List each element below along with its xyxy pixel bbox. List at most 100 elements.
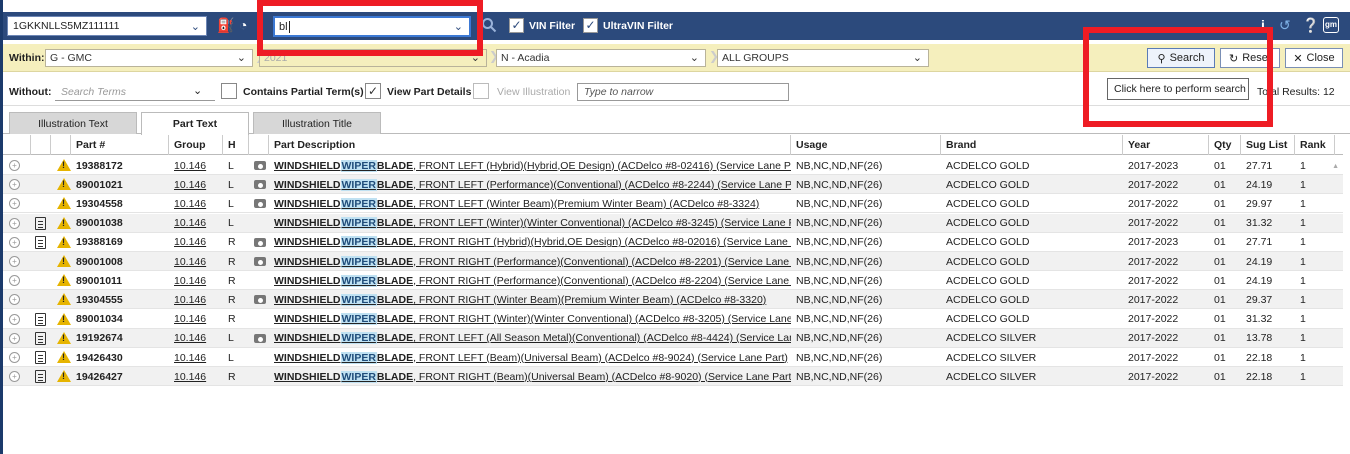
warning-icon[interactable] bbox=[57, 312, 71, 325]
expand-row-icon[interactable]: + bbox=[9, 179, 20, 191]
col-part-number[interactable]: Part # bbox=[71, 135, 169, 155]
table-row[interactable]: +89001021 10.146 L NB,NC,ND,NF(26) ACDELCO G… bbox=[3, 175, 1343, 195]
make-select[interactable]: G - GMC ⌄ bbox=[45, 49, 253, 67]
vin-select[interactable]: 1GKKNLLS5MZ111111 ⌄ bbox=[7, 16, 207, 36]
reset-button[interactable]: ↻ Reset bbox=[1220, 48, 1280, 68]
info-icon[interactable]: i bbox=[1261, 17, 1265, 33]
cell-group[interactable]: 10.146 bbox=[169, 329, 223, 348]
col-h[interactable]: H bbox=[223, 135, 249, 155]
document-icon[interactable] bbox=[35, 351, 46, 364]
cell-group[interactable]: 10.146 bbox=[169, 214, 223, 233]
expand-row-icon[interactable]: + bbox=[9, 313, 20, 325]
contains-partial-checkbox[interactable] bbox=[221, 83, 237, 99]
cell-part-description[interactable]: WINDSHIELD WIPER BLADE, FRONT RIGHT (Hyb… bbox=[269, 233, 791, 252]
cell-group[interactable]: 10.146 bbox=[169, 156, 223, 175]
search-button[interactable]: ⚲ Search bbox=[1147, 48, 1215, 68]
magnifier-icon[interactable] bbox=[481, 17, 497, 33]
cell-part-description[interactable]: WINDSHIELD WIPER BLADE, FRONT LEFT (Hybr… bbox=[269, 156, 791, 175]
cell-group[interactable]: 10.146 bbox=[169, 233, 223, 252]
table-row[interactable]: +19388169 10.146 R NB,NC,ND,NF(26) ACDELCO G… bbox=[3, 233, 1343, 252]
chevron-down-icon[interactable]: ⌄ bbox=[454, 20, 463, 33]
vehicle-icon[interactable]: ⛽ bbox=[217, 18, 234, 32]
warning-icon[interactable] bbox=[57, 274, 71, 287]
close-button[interactable]: ✕ Close bbox=[1285, 48, 1343, 68]
document-icon[interactable] bbox=[35, 370, 46, 384]
scroll-up-arrow-icon[interactable]: ▲ bbox=[1332, 163, 1339, 170]
table-row[interactable]: +19304555 10.146 R NB,NC,ND,NF(26) ACDELCO G… bbox=[3, 290, 1343, 310]
document-icon[interactable] bbox=[35, 331, 46, 345]
document-icon[interactable] bbox=[35, 235, 46, 249]
camera-icon[interactable] bbox=[254, 199, 266, 209]
cell-part-description[interactable]: WINDSHIELD WIPER BLADE, FRONT RIGHT (Per… bbox=[269, 252, 791, 271]
without-terms-input[interactable]: Search Terms bbox=[55, 83, 215, 101]
warning-icon[interactable] bbox=[57, 293, 71, 306]
col-qty[interactable]: Qty bbox=[1209, 135, 1241, 155]
ultravin-filter-checkbox[interactable]: ✓ UltraVIN Filter bbox=[583, 18, 673, 33]
col-rank[interactable]: Rank bbox=[1295, 135, 1335, 155]
table-row[interactable]: +19388172 10.146 L NB,NC,ND,NF(26) ACDELCO G… bbox=[3, 156, 1343, 175]
year-select[interactable]: 2021 ⌄ bbox=[259, 49, 487, 67]
camera-icon[interactable] bbox=[254, 180, 266, 190]
warning-icon[interactable] bbox=[57, 178, 71, 191]
warning-icon[interactable] bbox=[57, 197, 71, 210]
col-group[interactable]: Group bbox=[169, 135, 223, 155]
warning-icon[interactable] bbox=[57, 331, 71, 344]
expand-row-icon[interactable]: + bbox=[9, 256, 20, 267]
warning-icon[interactable] bbox=[57, 370, 71, 383]
cell-part-description[interactable]: WINDSHIELD WIPER BLADE, FRONT LEFT (Perf… bbox=[269, 175, 791, 194]
expand-row-icon[interactable]: + bbox=[9, 371, 20, 383]
view-part-details-checkbox[interactable]: ✓ bbox=[365, 83, 381, 99]
tab-illustration-text[interactable]: Illustration Text bbox=[9, 112, 137, 134]
warning-icon[interactable] bbox=[57, 159, 71, 171]
cell-group[interactable]: 10.146 bbox=[169, 348, 223, 367]
cell-group[interactable]: 10.146 bbox=[169, 367, 223, 386]
camera-icon[interactable] bbox=[254, 257, 266, 266]
vin-filter-checkbox[interactable]: ✓ VIN Filter bbox=[509, 18, 575, 33]
table-row[interactable]: +19192674 10.146 L NB,NC,ND,NF(26) ACDELCO S… bbox=[3, 328, 1343, 348]
cell-group[interactable]: 10.146 bbox=[169, 271, 223, 290]
cell-part-description[interactable]: WINDSHIELD WIPER BLADE, FRONT RIGHT (Bea… bbox=[269, 367, 791, 386]
cell-part-description[interactable]: WINDSHIELD WIPER BLADE, FRONT LEFT (Beam… bbox=[269, 348, 791, 367]
expand-row-icon[interactable]: + bbox=[9, 217, 20, 229]
view-illustration-checkbox[interactable] bbox=[473, 83, 489, 99]
expand-row-icon[interactable]: + bbox=[9, 236, 20, 248]
table-row[interactable]: +89001034 10.146 R NB,NC,ND,NF(26) ACDELCO G… bbox=[3, 310, 1343, 329]
cell-part-description[interactable]: WINDSHIELD WIPER BLADE, FRONT LEFT (All … bbox=[269, 329, 791, 348]
cell-group[interactable]: 10.146 bbox=[169, 290, 223, 309]
chevron-down-icon[interactable]: ⌄ bbox=[193, 84, 202, 97]
group-select[interactable]: ALL GROUPS ⌄ bbox=[717, 49, 929, 67]
warning-icon[interactable] bbox=[57, 255, 71, 267]
camera-icon[interactable] bbox=[254, 237, 266, 247]
cell-group[interactable]: 10.146 bbox=[169, 194, 223, 213]
col-usage[interactable]: Usage bbox=[791, 135, 941, 155]
expand-row-icon[interactable]: + bbox=[9, 294, 20, 306]
cell-part-description[interactable]: WINDSHIELD WIPER BLADE, FRONT LEFT (Wint… bbox=[269, 194, 791, 213]
expand-row-icon[interactable]: + bbox=[9, 352, 20, 363]
cell-part-description[interactable]: WINDSHIELD WIPER BLADE, FRONT RIGHT (Per… bbox=[269, 271, 791, 290]
tab-part-text[interactable]: Part Text bbox=[141, 112, 249, 135]
document-icon[interactable] bbox=[35, 216, 46, 230]
table-row[interactable]: +19426430 10.146 L NB,NC,ND,NF(26) ACDELCO S… bbox=[3, 348, 1343, 367]
col-part-description[interactable]: Part Description bbox=[269, 135, 791, 155]
tab-illustration-title[interactable]: Illustration Title bbox=[253, 112, 381, 134]
expand-row-icon[interactable]: + bbox=[9, 160, 20, 171]
table-row[interactable]: +19304558 10.146 L NB,NC,ND,NF(26) ACDELCO G… bbox=[3, 194, 1343, 214]
cell-group[interactable]: 10.146 bbox=[169, 252, 223, 271]
camera-icon[interactable] bbox=[254, 161, 266, 170]
cell-part-description[interactable]: WINDSHIELD WIPER BLADE, FRONT RIGHT (Win… bbox=[269, 290, 791, 309]
gm-logo-icon[interactable]: gm bbox=[1323, 17, 1339, 33]
search-combo-input[interactable]: bl ⌄ bbox=[273, 16, 471, 37]
table-row[interactable]: +19426427 10.146 R NB,NC,ND,NF(26) ACDELCO S… bbox=[3, 367, 1343, 387]
narrow-input[interactable]: Type to narrow bbox=[577, 83, 789, 101]
expand-row-icon[interactable]: + bbox=[9, 275, 20, 287]
warning-icon[interactable] bbox=[57, 351, 71, 363]
table-row[interactable]: +89001011 10.146 R NB,NC,ND,NF(26) ACDELCO G… bbox=[3, 271, 1343, 291]
model-select[interactable]: N - Acadia ⌄ bbox=[496, 49, 706, 67]
col-year[interactable]: Year bbox=[1123, 135, 1209, 155]
table-row[interactable]: +89001008 10.146 R NB,NC,ND,NF(26) ACDELCO G… bbox=[3, 252, 1343, 271]
warning-icon[interactable] bbox=[57, 216, 71, 229]
cell-group[interactable]: 10.146 bbox=[169, 310, 223, 329]
car-icon[interactable]: ◔ bbox=[239, 18, 247, 32]
table-row[interactable]: +89001038 10.146 L NB,NC,ND,NF(26) ACDELCO G… bbox=[3, 213, 1343, 233]
camera-icon[interactable] bbox=[254, 333, 266, 343]
